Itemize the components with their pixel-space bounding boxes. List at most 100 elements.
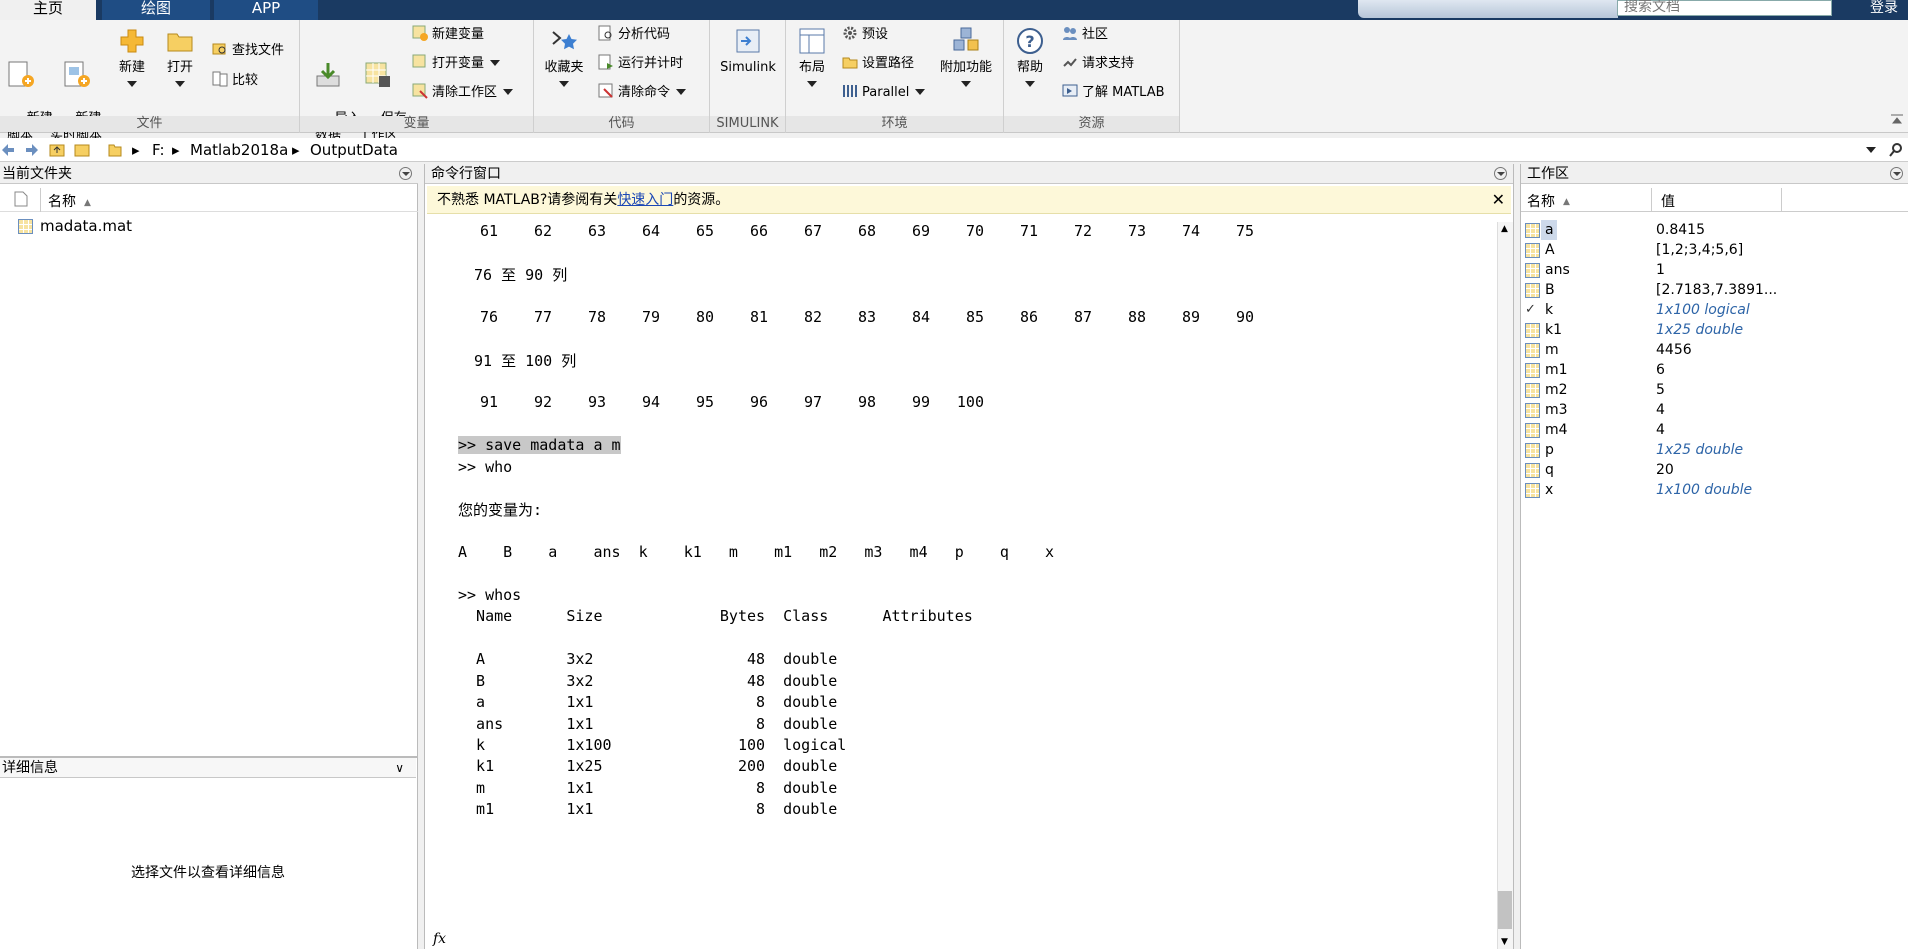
workspace-variable-row[interactable]: p 1x25 double [1521, 440, 1908, 460]
output-value: 74 [1181, 222, 1200, 240]
variable-icon [1525, 343, 1540, 358]
favorites-button[interactable]: 收藏夹 [542, 26, 586, 93]
help-question-icon: ? [1017, 28, 1043, 54]
open-variable-label: 打开变量 [432, 56, 485, 71]
output-value: 70 [965, 222, 984, 240]
workspace-variable-row[interactable]: ans 1 [1521, 260, 1908, 280]
new-variable-button[interactable]: 新建变量 [412, 24, 484, 46]
workspace-variable-row[interactable]: a 0.8415 [1521, 220, 1908, 240]
column-value-header[interactable]: 值 [1661, 191, 1675, 211]
workspace-variable-row[interactable]: q 20 [1521, 460, 1908, 480]
scroll-down-icon[interactable]: ▼ [1501, 937, 1508, 947]
clear-workspace-label: 清除工作区 [432, 85, 498, 100]
path-segment-drive[interactable]: F: [152, 141, 165, 159]
navigation-icons[interactable] [0, 142, 90, 158]
set-path-icon [842, 57, 858, 69]
table-row: a 1x1 8 double [458, 693, 838, 711]
variable-name: ans [1545, 262, 1570, 278]
whos-header: Name Size Bytes Class Attributes [458, 607, 973, 625]
logical-variable-icon: ✓ [1525, 303, 1540, 318]
collapse-toolstrip-icon[interactable] [1890, 112, 1904, 126]
search-docs-input[interactable]: 搜索文档 [1617, 0, 1832, 16]
add-ons-button[interactable]: 附加功能 [938, 26, 994, 93]
find-files-button[interactable]: 查找文件 [212, 40, 284, 62]
output-value: 77 [533, 308, 552, 326]
workspace-variable-row[interactable]: x 1x100 double [1521, 480, 1908, 500]
clear-workspace-button[interactable]: 清除工作区 [412, 82, 514, 104]
learn-matlab-button[interactable]: 了解 MATLAB [1062, 82, 1165, 104]
parallel-button[interactable]: Parallel [842, 82, 926, 104]
analyze-code-button[interactable]: 分析代码 [598, 24, 670, 46]
column-name-header[interactable]: 名称 [48, 191, 76, 211]
open-label: 打开 [166, 60, 193, 75]
open-button[interactable]: 打开 [162, 26, 198, 93]
import-icon [316, 63, 340, 87]
address-dropdown-icon[interactable] [1866, 147, 1876, 153]
workspace-variable-row[interactable]: k1 1x25 double [1521, 320, 1908, 340]
simulink-button[interactable]: Simulink [718, 26, 778, 76]
workspace-variable-row[interactable]: m 4456 [1521, 340, 1908, 360]
getting-started-link[interactable]: 快速入门 [617, 192, 673, 208]
layout-button[interactable]: 布局 [792, 26, 832, 93]
scroll-up-icon[interactable]: ▲ [1501, 224, 1508, 234]
scrollbar-thumb[interactable] [1498, 891, 1512, 929]
chevron-down-icon [503, 89, 514, 95]
panel-menu-icon[interactable] [1890, 167, 1903, 180]
panel-menu-icon[interactable] [1494, 167, 1507, 180]
table-row: A 3x2 48 double [458, 650, 838, 668]
hint-text-pre: 不熟悉 MATLAB?请参阅有关 [437, 192, 618, 208]
new-button[interactable]: 新建 [114, 26, 150, 93]
run-and-time-button[interactable]: 运行并计时 [598, 53, 683, 75]
workspace-variable-row[interactable]: B [2.7183,7.3891... [1521, 280, 1908, 300]
output-value: 67 [803, 222, 822, 240]
compare-button[interactable]: 比较 [212, 70, 258, 92]
panel-menu-icon[interactable] [399, 167, 412, 180]
workspace-variable-row[interactable]: m3 4 [1521, 400, 1908, 420]
help-button[interactable]: ? 帮助 [1012, 26, 1048, 93]
variable-name: x [1545, 482, 1554, 498]
variable-icon [1525, 423, 1540, 438]
search-icon[interactable] [1888, 142, 1904, 158]
group-resources: ? 帮助 社区 请求支持 了解 MATLAB 资源 [1004, 20, 1180, 133]
workspace-variable-row[interactable]: m1 6 [1521, 360, 1908, 380]
workspace-variable-row[interactable]: A [1,2;3,4;5,6] [1521, 240, 1908, 260]
column-name-header[interactable]: 名称 [1527, 191, 1555, 211]
variable-icon [1525, 263, 1540, 278]
tab-plots[interactable]: 绘图 [102, 0, 210, 20]
open-variable-button[interactable]: 打开变量 [412, 53, 501, 75]
tab-apps[interactable]: APP [214, 0, 318, 20]
path-segment-matlab[interactable]: Matlab2018a [190, 141, 288, 159]
open-variable-icon [412, 54, 426, 68]
output-value: 64 [641, 222, 660, 240]
vertical-scrollbar[interactable]: ▲ ▼ [1497, 222, 1513, 949]
close-icon[interactable]: ✕ [1492, 186, 1505, 214]
preferences-button[interactable]: 预设 [842, 24, 888, 46]
analyze-code-label: 分析代码 [618, 27, 671, 42]
output-value: 98 [857, 393, 876, 411]
hint-text-post: 的资源。 [673, 192, 730, 208]
path-segment-output[interactable]: OutputData [310, 141, 398, 159]
function-browser-icon[interactable]: fx [433, 931, 446, 947]
variable-value: 1x100 logical [1656, 302, 1750, 318]
workspace-variable-row[interactable]: ✓ k 1x100 logical [1521, 300, 1908, 320]
compare-label: 比较 [232, 73, 259, 88]
list-item[interactable]: madata.mat [0, 216, 418, 236]
group-code-label: 代码 [534, 116, 709, 132]
workspace-variable-row[interactable]: m2 5 [1521, 380, 1908, 400]
quick-access-toolbar [1358, 0, 1618, 18]
login-link[interactable]: 登录 [1870, 0, 1898, 17]
workspace-variable-row[interactable]: m4 4 [1521, 420, 1908, 440]
favorites-star-icon [552, 31, 577, 50]
output-value: 65 [695, 222, 714, 240]
tab-home[interactable]: 主页 [0, 0, 96, 20]
chevron-down-icon [961, 81, 971, 87]
output-value: 80 [695, 308, 714, 326]
variable-value: 4 [1656, 422, 1665, 438]
community-button[interactable]: 社区 [1062, 24, 1108, 46]
clear-commands-button[interactable]: 清除命令 [598, 82, 687, 104]
chevron-down-icon[interactable]: ∨ [395, 758, 404, 778]
learn-matlab-label: 了解 MATLAB [1082, 85, 1165, 100]
request-support-button[interactable]: 请求支持 [1062, 53, 1134, 75]
details-title: 详细信息 [2, 760, 58, 776]
set-path-button[interactable]: 设置路径 [842, 53, 914, 75]
